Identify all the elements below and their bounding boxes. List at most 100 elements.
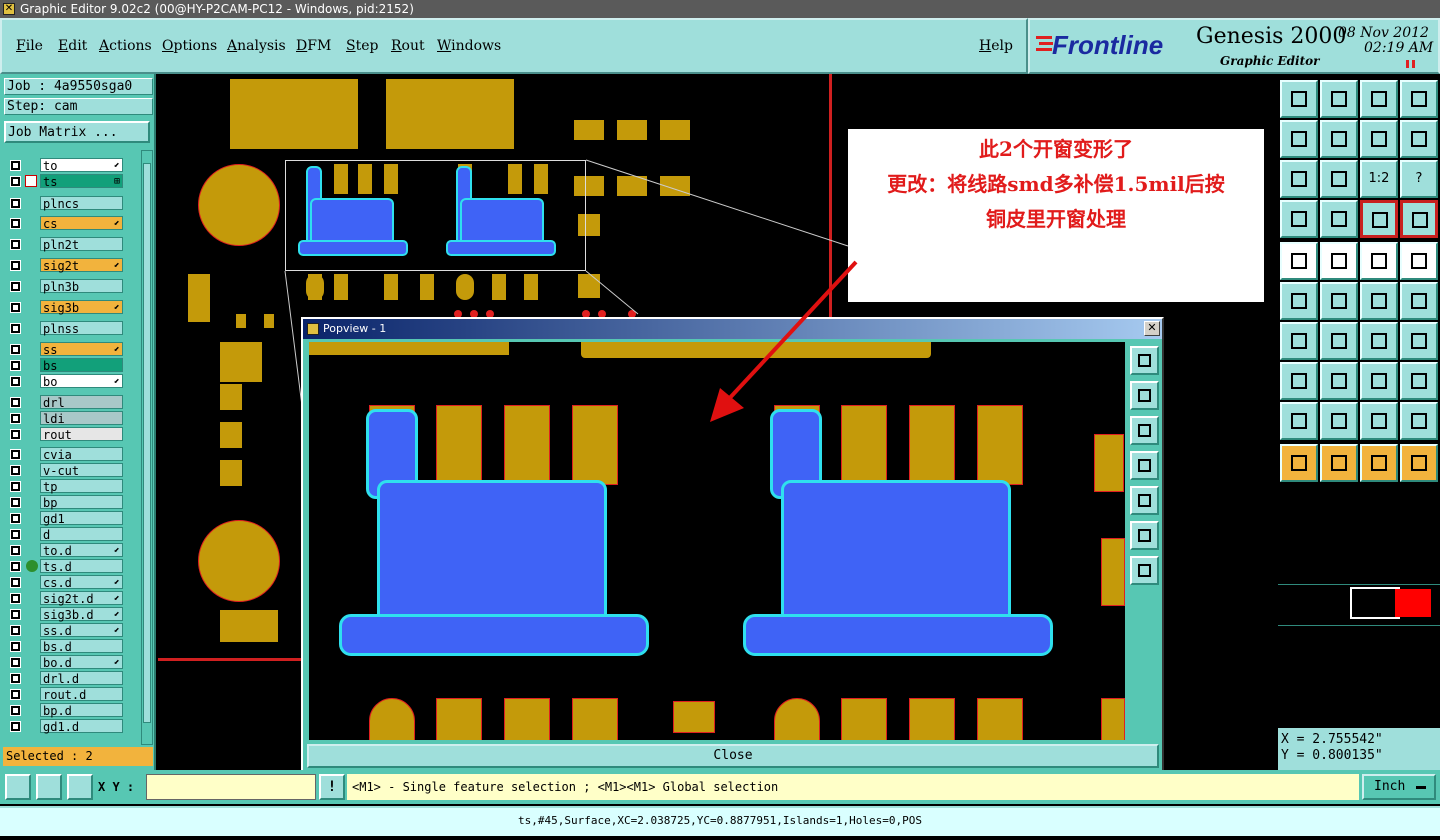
pointer-box-icon[interactable] (1320, 444, 1358, 482)
info-icon[interactable]: ! (319, 774, 345, 800)
layer-checkbox[interactable] (10, 513, 21, 524)
layer-row-to[interactable]: to ⬋ (7, 158, 125, 173)
fill-icon[interactable] (1280, 362, 1318, 400)
layer-checkbox[interactable] (10, 302, 21, 313)
layer-checkbox[interactable] (10, 323, 21, 334)
edit-icon[interactable] (1320, 242, 1358, 280)
triangle-icon[interactable] (1280, 402, 1318, 440)
layer-checkbox[interactable] (10, 641, 21, 652)
grid-icon[interactable] (1320, 200, 1358, 238)
arc-cut-icon[interactable] (1400, 402, 1438, 440)
layer-row-ss[interactable]: ss ⬋ (7, 342, 125, 357)
layer-checkbox[interactable] (10, 281, 21, 292)
menu-analysis[interactable]: Analysis (227, 38, 286, 54)
snap-icon[interactable] (1400, 120, 1438, 158)
layer-row-gd1.d[interactable]: gd1.d (7, 719, 125, 734)
layer-checkbox[interactable] (10, 176, 21, 187)
layer-row-cvia[interactable]: cvia (7, 447, 125, 462)
layers-alt-icon[interactable] (1400, 200, 1438, 238)
job-matrix-button[interactable]: Job Matrix ... (4, 121, 150, 143)
layer-row-tp[interactable]: tp (7, 479, 125, 494)
ruler-icon[interactable] (1360, 242, 1398, 280)
layer-row-pln2t[interactable]: pln2t (7, 237, 125, 252)
layer-name[interactable]: rout.d (40, 687, 123, 702)
layer-row-sig3b[interactable]: sig3b ⬋ (7, 300, 125, 315)
layer-checkbox[interactable] (10, 529, 21, 540)
select-area-icon[interactable] (1400, 242, 1438, 280)
help-icon[interactable]: ? (1400, 160, 1438, 198)
import-icon[interactable] (1280, 120, 1318, 158)
layer-row-bp.d[interactable]: bp.d (7, 703, 125, 718)
cut-icon[interactable] (1320, 362, 1358, 400)
layer-checkbox[interactable] (10, 625, 21, 636)
layer-name[interactable]: ldi (40, 411, 123, 426)
layer-name[interactable]: tp (40, 479, 123, 494)
pointer-icon[interactable] (1280, 444, 1318, 482)
layer-name[interactable]: sig3b ⬋ (40, 300, 123, 315)
layer-name[interactable]: sig2t ⬋ (40, 258, 123, 273)
layer-row-bp[interactable]: bp (7, 495, 125, 510)
layer-name[interactable]: cvia (40, 447, 123, 462)
zoom-out-icon[interactable] (1130, 556, 1159, 585)
layer-scrollbar[interactable] (141, 150, 153, 745)
dimension-icon[interactable] (1360, 362, 1398, 400)
arc-alt-icon[interactable] (1360, 402, 1398, 440)
line-icon[interactable] (1280, 322, 1318, 360)
pointer-alt-icon[interactable] (1360, 444, 1398, 482)
layer-row-bo.d[interactable]: bo.d ⬋ (7, 655, 125, 670)
layer-name[interactable]: cs ⬋ (40, 216, 123, 231)
layer-checkbox[interactable] (10, 397, 21, 408)
layer-row-ldi[interactable]: ldi (7, 411, 125, 426)
layer-row-bs.d[interactable]: bs.d (7, 639, 125, 654)
layer-checkbox[interactable] (10, 360, 21, 371)
layer-checkbox[interactable] (10, 577, 21, 588)
layer-checkbox[interactable] (10, 376, 21, 387)
layer-row-drl[interactable]: drl (7, 395, 125, 410)
window-icon[interactable] (1400, 80, 1438, 118)
unit-selector[interactable]: Inch (1362, 774, 1436, 800)
layer-row-bo[interactable]: bo ⬋ (7, 374, 125, 389)
arrow-icon[interactable] (1280, 242, 1318, 280)
layer-name[interactable]: sig2t.d ⬋ (40, 591, 123, 606)
zoom-fit-icon[interactable] (1280, 160, 1318, 198)
layer-checkbox[interactable] (10, 260, 21, 271)
ratio-icon[interactable]: 1:2 (1360, 160, 1398, 198)
layer-checkbox[interactable] (10, 497, 21, 508)
menu-rout[interactable]: Rout (391, 38, 425, 54)
layer-checkbox[interactable] (10, 481, 21, 492)
layer-checkbox[interactable] (10, 689, 21, 700)
measure-icon[interactable] (1280, 200, 1318, 238)
layer-row-cs.d[interactable]: cs.d ⬋ (7, 575, 125, 590)
menu-edit[interactable]: Edit (58, 38, 87, 54)
open-icon[interactable] (1280, 80, 1318, 118)
layer-row-ts.d[interactable]: ts.d (7, 559, 125, 574)
layer-row-rout[interactable]: rout (7, 427, 125, 442)
pan-down-icon[interactable] (1130, 416, 1159, 445)
layer-name[interactable]: ss.d ⬋ (40, 623, 123, 638)
layer-checkbox[interactable] (10, 449, 21, 460)
layer-row-to.d[interactable]: to.d ⬋ (7, 543, 125, 558)
menu-help[interactable]: Help (979, 38, 1013, 54)
zoom-home-icon[interactable] (1130, 346, 1159, 375)
save-icon[interactable] (1320, 80, 1358, 118)
layer-name[interactable]: gd1.d (40, 719, 123, 734)
layer-row-sig3b.d[interactable]: sig3b.d ⬋ (7, 607, 125, 622)
layer-name[interactable]: sig3b.d ⬋ (40, 607, 123, 622)
layer-name[interactable]: to.d ⬋ (40, 543, 123, 558)
route-icon[interactable] (1400, 444, 1438, 482)
menu-actions[interactable]: Actions (99, 38, 152, 54)
layer-checkbox[interactable] (10, 239, 21, 250)
scrollbar-thumb[interactable] (143, 163, 151, 723)
layer-row-ss.d[interactable]: ss.d ⬋ (7, 623, 125, 638)
delete-icon[interactable] (1320, 282, 1358, 320)
layer-name[interactable]: drl (40, 395, 123, 410)
layer-checkbox[interactable] (10, 705, 21, 716)
layer-name[interactable]: cs.d ⬋ (40, 575, 123, 590)
layer-checkbox[interactable] (10, 429, 21, 440)
layer-checkbox[interactable] (10, 465, 21, 476)
layer-name[interactable]: bo ⬋ (40, 374, 123, 389)
layer-checkbox[interactable] (10, 218, 21, 229)
layer-checkbox[interactable] (10, 160, 21, 171)
xy-input[interactable] (146, 774, 316, 800)
rotate-arc-icon[interactable] (1360, 322, 1398, 360)
